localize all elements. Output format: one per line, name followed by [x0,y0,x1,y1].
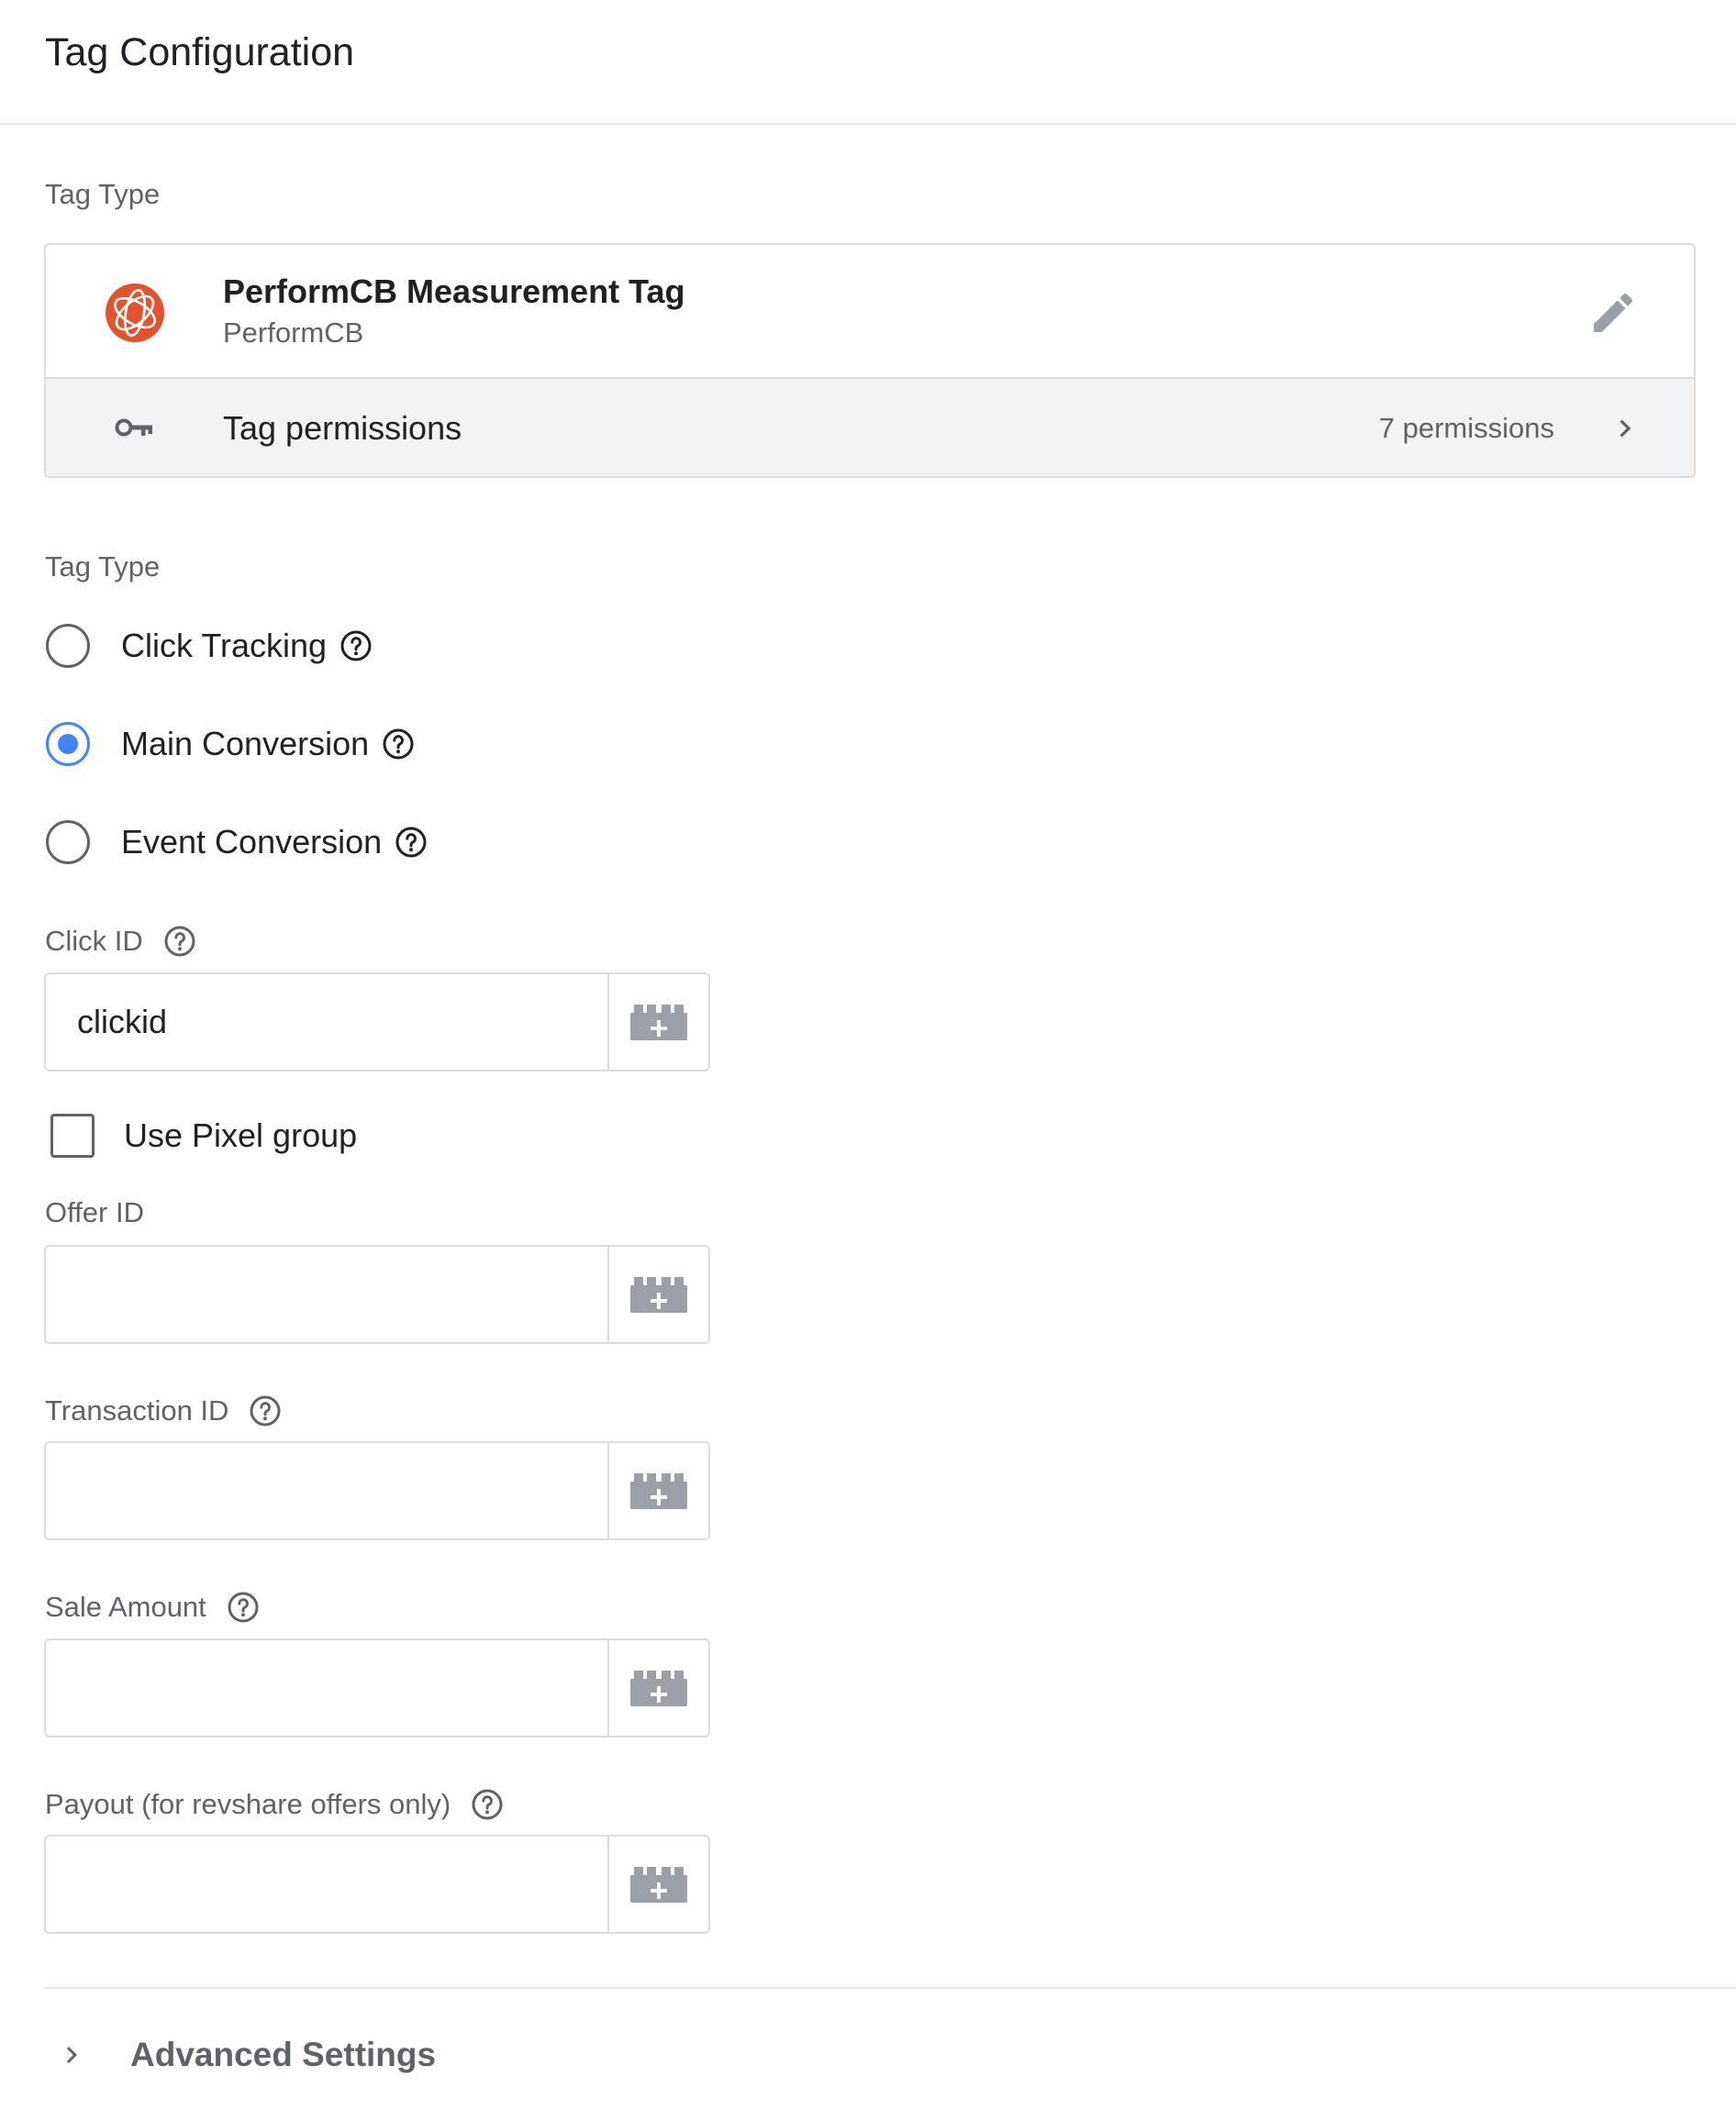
payout-input[interactable] [46,1837,608,1932]
advanced-settings-label: Advanced Settings [130,2036,437,2073]
radio-button[interactable] [46,820,90,864]
chevron-right-icon [1619,419,1631,438]
transaction-id-input[interactable] [46,1443,608,1538]
insert-variable-button[interactable] [607,974,708,1070]
help-icon[interactable] [249,1394,282,1427]
click-id-label: Click ID [45,925,196,958]
insert-variable-button[interactable] [607,1640,708,1736]
help-icon[interactable] [227,1591,260,1624]
offer-id-label: Offer ID [45,1196,144,1229]
radio-label: Main Conversion [121,725,370,762]
variable-brick-icon [630,1005,688,1040]
payout-label: Payout (for revshare offers only) [45,1788,504,1821]
field-label-text: Sale Amount [45,1591,206,1623]
tag-type-card: PerformCB Measurement Tag PerformCB Tag … [44,243,1696,478]
radio-label: Click Tracking [121,627,328,664]
help-icon[interactable] [471,1788,504,1821]
transaction-id-label: Transaction ID [45,1394,282,1427]
use-pixel-group-row[interactable]: Use Pixel group [50,1110,357,1161]
insert-variable-button[interactable] [607,1443,708,1538]
field-label-text: Click ID [45,925,143,957]
page-title: Tag Configuration [45,29,355,74]
radio-event-conversion[interactable]: Event Conversion [46,815,428,870]
help-icon[interactable] [163,925,196,958]
tag-permissions-row[interactable]: Tag permissions 7 permissions [46,379,1694,476]
permissions-count: 7 permissions [1378,412,1554,444]
performcb-logo-icon [106,283,164,342]
radio-label: Event Conversion [121,823,383,861]
use-pixel-group-checkbox[interactable] [50,1114,95,1158]
sale-amount-input[interactable] [46,1640,608,1736]
tag-type-section-label: Tag Type [45,178,161,210]
tag-type-options-label: Tag Type [45,550,161,583]
pencil-icon[interactable] [1587,287,1639,339]
tag-permissions-label: Tag permissions [223,409,462,447]
variable-brick-icon [630,1867,688,1903]
variable-brick-icon [630,1277,688,1313]
field-label-text: Payout (for revshare offers only) [45,1788,451,1820]
offer-id-input-group [44,1245,710,1344]
section-divider [44,1987,1736,1989]
tag-type-vendor: PerformCB [223,316,364,349]
click-id-input-group [44,972,710,1072]
panel-header: Tag Configuration [0,0,1736,125]
sale-amount-input-group [44,1638,710,1738]
transaction-id-input-group [44,1441,710,1540]
insert-variable-button[interactable] [607,1247,708,1342]
radio-button[interactable] [46,624,90,668]
payout-input-group [44,1835,710,1934]
offer-id-input[interactable] [46,1247,608,1342]
help-icon[interactable] [339,629,373,662]
checkbox-label: Use Pixel group [124,1116,358,1154]
help-icon[interactable] [395,826,428,859]
sale-amount-label: Sale Amount [45,1591,260,1624]
advanced-settings-toggle[interactable]: Advanced Settings [55,2027,436,2082]
click-id-input[interactable] [46,974,608,1070]
tag-type-row[interactable]: PerformCB Measurement Tag PerformCB [46,245,1694,379]
radio-click-tracking[interactable]: Click Tracking [46,618,373,673]
field-label-text: Offer ID [45,1196,144,1228]
insert-variable-button[interactable] [607,1837,708,1932]
radio-main-conversion[interactable]: Main Conversion [46,716,415,772]
tag-type-name: PerformCB Measurement Tag [223,272,685,310]
variable-brick-icon [630,1671,688,1706]
help-icon[interactable] [382,727,415,761]
key-icon [115,418,152,437]
field-label-text: Transaction ID [45,1394,229,1427]
variable-brick-icon [630,1473,688,1509]
radio-button-selected[interactable] [46,722,90,766]
chevron-right-icon [66,2047,77,2063]
